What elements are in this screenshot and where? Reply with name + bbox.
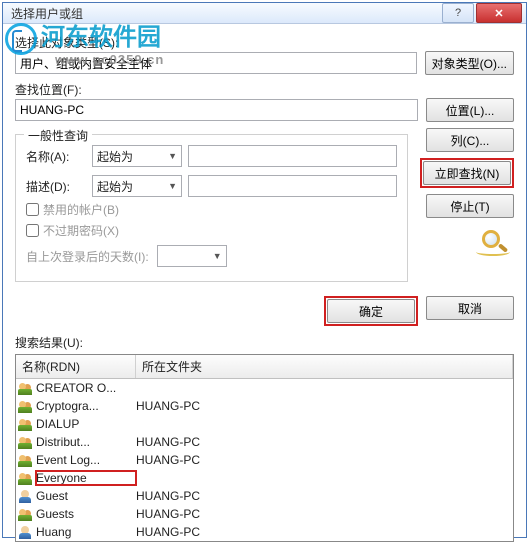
cell-name: Event Log... <box>36 453 136 467</box>
table-row[interactable]: Event Log...HUANG-PC <box>16 451 513 469</box>
ok-button[interactable]: 确定 <box>327 299 415 323</box>
column-name[interactable]: 名称(RDN) <box>16 355 136 378</box>
ok-highlight: 确定 <box>324 296 418 326</box>
cell-folder: HUANG-PC <box>136 435 511 449</box>
cell-name: Everyone <box>36 471 136 485</box>
user-icon <box>18 489 34 503</box>
table-row[interactable]: Distribut...HUANG-PC <box>16 433 513 451</box>
columns-button[interactable]: 列(C)... <box>426 128 514 152</box>
group-icon <box>18 453 34 467</box>
common-queries-group: 一般性查询 名称(A): 起始为▼ 描述(D): 起始为▼ 禁用的帐户(B) 不… <box>15 134 408 282</box>
cell-folder: HUANG-PC <box>136 399 511 413</box>
column-folder[interactable]: 所在文件夹 <box>136 355 513 378</box>
cell-name: CREATOR O... <box>36 381 136 395</box>
results-header: 名称(RDN) 所在文件夹 <box>16 355 513 379</box>
table-row[interactable]: Everyone <box>16 469 513 487</box>
results-label: 搜索结果(U): <box>15 334 514 351</box>
object-type-label: 选择此对象类型(S): <box>15 34 514 51</box>
disabled-accounts-checkbox[interactable] <box>26 203 39 216</box>
common-queries-legend: 一般性查询 <box>24 127 92 144</box>
group-icon <box>18 381 34 395</box>
table-row[interactable]: DIALUP <box>16 415 513 433</box>
desc-label: 描述(D): <box>26 178 86 195</box>
close-button[interactable]: ✕ <box>476 3 522 23</box>
object-types-button[interactable]: 对象类型(O)... <box>425 51 514 75</box>
table-row[interactable]: GuestsHUANG-PC <box>16 505 513 523</box>
window-title: 选择用户或组 <box>11 5 440 22</box>
desc-input[interactable] <box>188 175 397 197</box>
results-list[interactable]: 名称(RDN) 所在文件夹 CREATOR O...Cryptogra...HU… <box>15 354 514 542</box>
cell-folder: HUANG-PC <box>136 525 511 539</box>
group-icon <box>18 435 34 449</box>
cell-folder: HUANG-PC <box>136 507 511 521</box>
cell-name: Cryptogra... <box>36 399 136 413</box>
name-label: 名称(A): <box>26 148 86 165</box>
cell-name: DIALUP <box>36 417 136 431</box>
table-row[interactable]: Cryptogra...HUANG-PC <box>16 397 513 415</box>
group-icon <box>18 399 34 413</box>
group-icon <box>18 471 34 485</box>
group-icon <box>18 417 34 431</box>
table-row[interactable]: HuangHUANG-PC <box>16 523 513 541</box>
chevron-down-icon: ▼ <box>213 251 222 261</box>
object-type-field[interactable] <box>15 52 417 74</box>
location-field[interactable] <box>15 99 418 121</box>
cell-name: Huang <box>36 525 136 539</box>
name-operator-dropdown[interactable]: 起始为▼ <box>92 145 182 167</box>
desc-operator-dropdown[interactable]: 起始为▼ <box>92 175 182 197</box>
cancel-button[interactable]: 取消 <box>426 296 514 320</box>
stop-button[interactable]: 停止(T) <box>426 194 514 218</box>
lastlogon-dropdown[interactable]: ▼ <box>157 245 227 267</box>
table-row[interactable]: CREATOR O... <box>16 379 513 397</box>
location-label: 查找位置(F): <box>15 81 514 98</box>
cell-name: Distribut... <box>36 435 136 449</box>
lastlogon-label: 自上次登录后的天数(I): <box>26 248 149 265</box>
cell-name: Guests <box>36 507 136 521</box>
help-button[interactable]: ? <box>442 3 474 23</box>
dialog-window: 选择用户或组 ? ✕ 选择此对象类型(S): 对象类型(O)... 查找位置(F… <box>2 2 527 538</box>
name-input[interactable] <box>188 145 397 167</box>
locations-button[interactable]: 位置(L)... <box>426 98 514 122</box>
chevron-down-icon: ▼ <box>168 151 177 161</box>
find-now-button[interactable]: 立即查找(N) <box>423 161 511 185</box>
search-icon <box>476 230 514 258</box>
find-now-highlight: 立即查找(N) <box>420 158 514 188</box>
chevron-down-icon: ▼ <box>168 181 177 191</box>
user-icon <box>18 525 34 539</box>
non-expiring-password-checkbox[interactable] <box>26 224 39 237</box>
cell-folder: HUANG-PC <box>136 453 511 467</box>
table-row[interactable]: GuestHUANG-PC <box>16 487 513 505</box>
group-icon <box>18 507 34 521</box>
cell-name: Guest <box>36 489 136 503</box>
titlebar: 选择用户或组 ? ✕ <box>3 3 526 24</box>
cell-folder: HUANG-PC <box>136 489 511 503</box>
